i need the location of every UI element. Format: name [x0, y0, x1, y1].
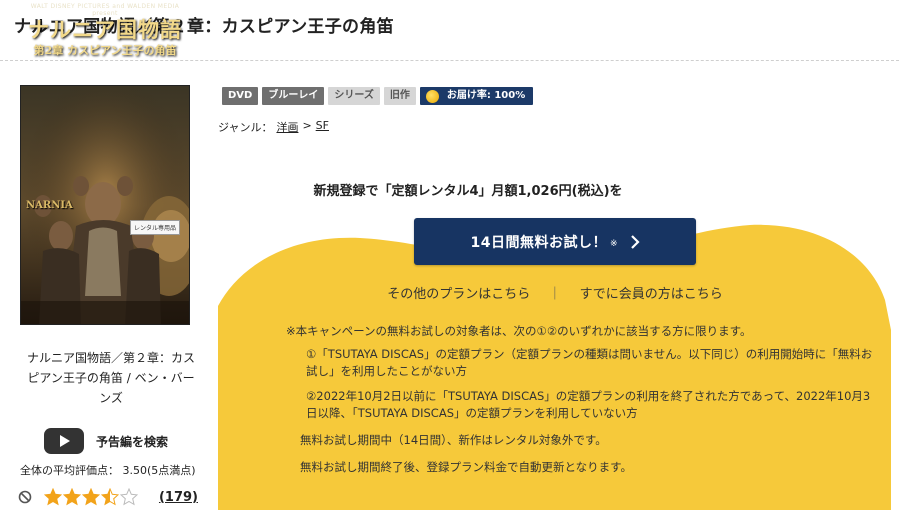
play-icon [44, 428, 84, 454]
star-icon [120, 488, 138, 506]
other-plans-link[interactable]: その他のプランはこちら [387, 287, 530, 302]
member-login-link[interactable]: すでに会員の方はこちら [580, 287, 723, 302]
trailer-label: 予告編を検索 [96, 434, 169, 449]
poster-logo: NARNIA [26, 200, 73, 211]
notice-intro: ※本キャンペーンの無料お試しの対象者は、次の①②のいずれかに該当する方に限ります… [286, 324, 752, 338]
plan-links: その他のプランはこちら ｜ すでに会員の方はこちら [218, 283, 892, 302]
plan-links-separator: ｜ [548, 287, 562, 302]
title-divider [0, 60, 899, 61]
free-trial-note: ※ [609, 238, 618, 249]
trailer-search-button[interactable]: 予告編を検索 [44, 426, 174, 456]
genre-link-sf[interactable]: SF [316, 119, 329, 135]
promo-headline: 新規登録で「定額レンタル4」月額1,026円(税込)を [313, 184, 623, 199]
star-rating [44, 488, 138, 506]
free-trial-button[interactable]: 14日間無料お試し！ ※ [414, 218, 696, 265]
delivery-rate-label: お届け率: 100% [446, 90, 526, 101]
star-icon [101, 488, 119, 506]
genre-separator: > [302, 119, 312, 132]
star-icon [82, 488, 100, 506]
genre-link-western[interactable]: 洋画 [276, 119, 298, 135]
notice-line-new-release: 無料お試し期間中（14日間）、新作はレンタル対象外です。 [300, 433, 607, 447]
star-icon [63, 488, 81, 506]
review-count-link[interactable]: (179) [159, 490, 198, 505]
poster-title: ナルニア国物語 [28, 17, 182, 42]
delivery-rate-badge: お届け率: 100% [419, 87, 534, 105]
chevron-right-icon [630, 234, 640, 249]
work-caption[interactable]: ナルニア国物語／第２章：カスピアン王子の角笛 / ベン・バーンズ [22, 348, 200, 408]
format-tags: DVD ブルーレイ シリーズ 旧作 お届け率: 100% [222, 87, 534, 105]
rental-badge: レンタル専用品 [130, 220, 181, 235]
average-rating-text: 全体の平均評価点： 3.50(5点満点) [20, 464, 196, 477]
poster-subtitle: 第2章 カスピアン王子の角笛 [33, 44, 177, 57]
ban-icon[interactable] [18, 490, 32, 504]
campaign-notice: ※本キャンペーンの無料お試しの対象者は、次の①②のいずれかに該当する方に限ります… [286, 323, 876, 482]
notice-item-1: ①「TSUTAYA DISCAS」の定額プラン（定額プランの種類は問いません。以… [306, 347, 873, 378]
free-trial-label: 14日間無料お試し！ [470, 234, 607, 251]
tag-series: シリーズ [328, 87, 380, 105]
tag-bluray: ブルーレイ [262, 87, 325, 105]
star-icon [44, 488, 62, 506]
notice-item-2: ②2022年10月2日以前に「TSUTAYA DISCAS」の定額プランの利用を… [306, 389, 871, 420]
rating-row: (179) [18, 486, 198, 508]
coin-icon [425, 89, 439, 103]
notice-line-auto-renew: 無料お試し期間終了後、登録プラン料金で自動更新となります。 [300, 460, 633, 474]
tag-dvd: DVD [222, 87, 259, 105]
genre-breadcrumb: ジャンル： 洋画 > SF [218, 119, 329, 135]
genre-label: ジャンル： [218, 121, 273, 134]
tag-old-release: 旧作 [383, 87, 416, 105]
